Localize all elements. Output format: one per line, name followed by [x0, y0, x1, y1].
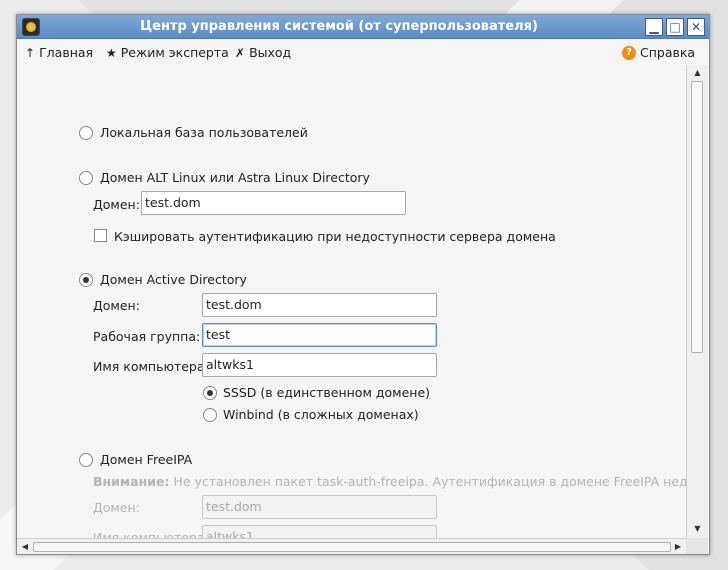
cache-auth-checkbox[interactable] — [94, 229, 107, 242]
freeipa-computer-label: Имя компьютера: — [93, 530, 209, 538]
maximize-icon: □ — [669, 20, 681, 34]
help-icon: ? — [622, 45, 636, 60]
exit-label: Выход — [249, 45, 292, 60]
label-winbind: Winbind (в сложных доменах) — [223, 407, 419, 422]
alt-domain-input[interactable]: test.dom — [141, 191, 406, 215]
expert-label: Режим эксперта — [120, 45, 229, 60]
close-button[interactable]: ✕ — [687, 18, 705, 36]
label-sssd: SSSD (в единственном домене) — [223, 385, 431, 400]
window-title: Центр управления системой (от суперпольз… — [140, 19, 538, 34]
app-icon — [22, 18, 40, 36]
freeipa-warning-title: Внимание: — [93, 474, 170, 489]
minimize-button[interactable]: ▁ — [645, 18, 663, 36]
scroll-corner — [686, 538, 708, 554]
minimize-icon: ▁ — [649, 20, 659, 34]
radio-winbind[interactable] — [203, 408, 217, 422]
window: Центр управления системой (от суперпольз… — [16, 14, 710, 555]
maximize-button[interactable]: □ — [666, 18, 684, 36]
label-ad-domain: Домен Active Directory — [100, 272, 247, 287]
workgroup-label: Рабочая группа: — [93, 329, 201, 344]
scroll-right-icon[interactable]: ▶ — [671, 540, 685, 554]
star-icon: ★ — [106, 45, 117, 60]
label-freeipa: Домен FreeIPA — [100, 452, 193, 467]
close-icon: ✕ — [690, 20, 702, 34]
radio-sssd[interactable] — [203, 386, 217, 400]
computer-name-label: Имя компьютера: — [93, 359, 209, 374]
radio-freeipa[interactable] — [79, 453, 93, 467]
horizontal-scrollbar[interactable]: ◀ ▶ — [17, 538, 686, 554]
help-label: Справка — [640, 45, 696, 60]
scroll-down-icon[interactable]: ▼ — [687, 522, 708, 536]
scroll-left-icon[interactable]: ◀ — [18, 540, 32, 554]
help-button[interactable]: ? Справка — [622, 45, 695, 60]
alt-domain-label: Домен: — [93, 197, 140, 212]
home-button[interactable]: ↑ Главная — [25, 45, 93, 60]
ad-domain-label: Домен: — [93, 298, 140, 313]
label-local: Локальная база пользователей — [100, 125, 308, 140]
computer-name-input[interactable]: altwks1 — [202, 353, 437, 377]
ad-domain-input[interactable]: test.dom — [202, 293, 437, 317]
horizontal-scroll-thumb[interactable] — [33, 542, 671, 552]
radio-local[interactable] — [79, 126, 93, 140]
toolbar: ↑ Главная ★ Режим эксперта ✗ Выход ? Спр… — [17, 40, 709, 65]
arrow-up-icon: ↑ — [25, 45, 36, 60]
vertical-scroll-thumb[interactable] — [691, 81, 703, 353]
freeipa-domain-label: Домен: — [93, 500, 140, 515]
freeipa-domain-input[interactable]: test.dom — [202, 495, 437, 519]
expert-mode-button[interactable]: ★ Режим эксперта — [106, 45, 229, 60]
auth-settings-panel: Локальная база пользователей Домен ALT L… — [17, 65, 686, 538]
freeipa-warning: Внимание: Не установлен пакет task-auth-… — [93, 474, 686, 489]
title-bar[interactable]: Центр управления системой (от суперпольз… — [17, 15, 709, 39]
exit-button[interactable]: ✗ Выход — [235, 45, 291, 60]
radio-alt-domain[interactable] — [79, 171, 93, 185]
workgroup-input[interactable]: test — [202, 323, 437, 347]
radio-ad-domain[interactable] — [79, 273, 93, 287]
vertical-scrollbar[interactable]: ▲ ▼ — [686, 65, 708, 538]
freeipa-warning-text: Не установлен пакет task-auth-freeipa. А… — [173, 474, 686, 489]
home-label: Главная — [39, 45, 94, 60]
exit-icon: ✗ — [235, 45, 246, 60]
freeipa-computer-input[interactable]: altwks1 — [202, 525, 437, 538]
label-alt-domain: Домен ALT Linux или Astra Linux Director… — [100, 170, 370, 185]
scroll-up-icon[interactable]: ▲ — [687, 66, 708, 80]
cache-auth-label: Кэшировать аутентификацию при недоступно… — [114, 229, 556, 244]
